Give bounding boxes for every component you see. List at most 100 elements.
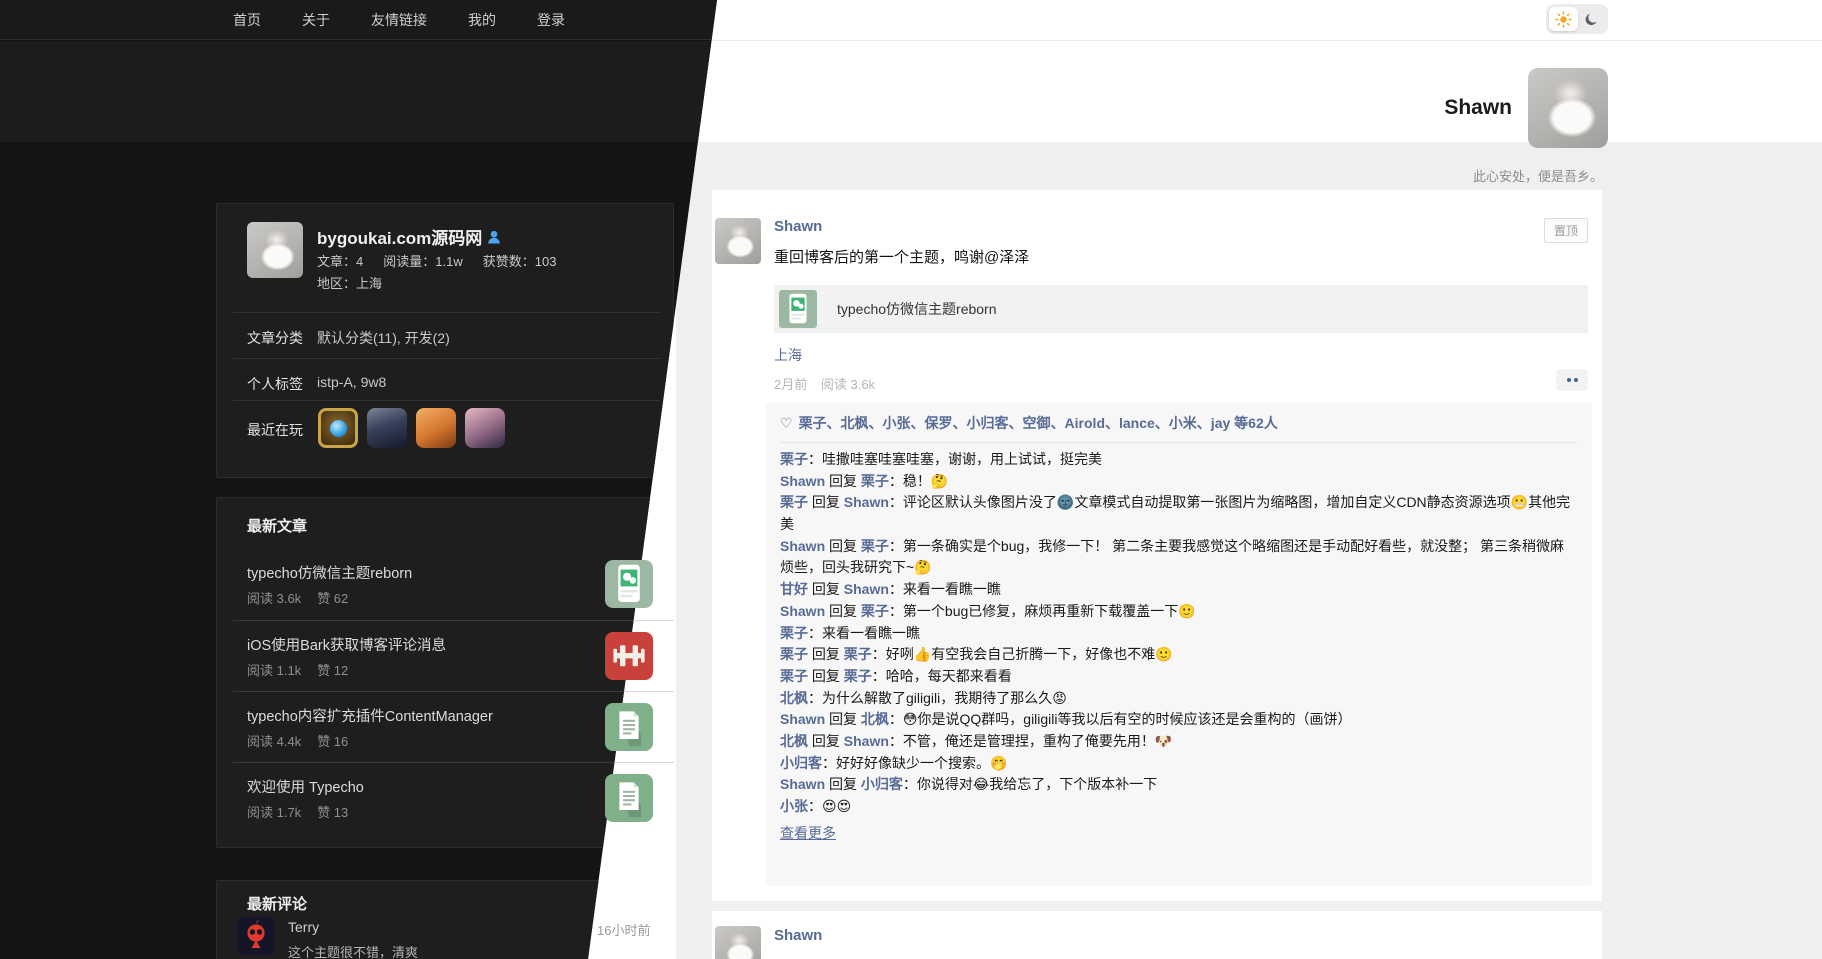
comment-author-link[interactable]: 小张 (780, 798, 808, 814)
dark-mode-button[interactable] (1578, 7, 1605, 31)
article-title: typecho内容扩充插件ContentManager (247, 705, 493, 726)
reply-target-link[interactable]: Shawn (844, 733, 889, 749)
profile-card-separator (233, 312, 660, 313)
comment-author-link[interactable]: 栗子 (780, 668, 808, 684)
profile-stat-label: 阅读量 (383, 254, 422, 269)
game-orange-icon (416, 408, 456, 448)
profile-card-separator (233, 358, 660, 359)
likes-line: ♡栗子、北枫、小张、保罗、小归客、空御、Airold、lance、小米、jay … (780, 413, 1578, 434)
post-comment: 栗子 回复 栗子：好咧👍有空我会自己折腾一下，好像也不难🙂 (780, 644, 1578, 666)
post-comment: 小张：😍😍 (780, 796, 1578, 818)
nav-item-2[interactable]: 友情链接 (371, 10, 427, 30)
comment-text: ：不管，俺还是管理捏，重构了俺要先用！🐶 (889, 733, 1172, 749)
reply-label: 回复 (829, 538, 857, 554)
post-link-card[interactable]: typecho仿微信主题reborn (774, 285, 1588, 333)
categories-value[interactable]: 默认分类(11), 开发(2) (317, 328, 450, 348)
post-comment: 栗子：哇撒哇塞哇塞哇塞，谢谢，用上试试，挺完美 (780, 449, 1578, 471)
article-title: 欢迎使用 Typecho (247, 776, 364, 797)
comment-author-link[interactable]: 栗子 (780, 646, 808, 662)
menu-dot-icon (1567, 378, 1571, 382)
nav-item-4[interactable]: 登录 (537, 10, 565, 30)
comment-author-link[interactable]: 北枫 (780, 690, 808, 706)
article-list-item[interactable]: typecho内容扩充插件ContentManager阅读 4.4k赞 16 (233, 691, 674, 763)
reply-target-link[interactable]: 北枫 (861, 711, 889, 727)
reply-target-link[interactable]: Shawn (844, 494, 889, 510)
reply-target-link[interactable]: 栗子 (844, 668, 872, 684)
profile-stat: 阅读量：1.1w (383, 251, 463, 270)
article-list-item[interactable]: iOS使用Bark获取博客评论消息阅读 1.1k 赞 12 (233, 620, 674, 692)
comment-text: ：你说得对😂我给忘了，下个版本补一下 (903, 776, 1157, 792)
likes-names[interactable]: 栗子、北枫、小张、保罗、小归客、空御、Airold、lance、小米、jay 等… (799, 415, 1278, 431)
profile-region: 地区：上海 (317, 273, 382, 292)
comment-author-link[interactable]: 北枫 (780, 733, 808, 749)
reply-label: 回复 (812, 581, 840, 597)
article-separator (233, 620, 674, 621)
nav-item-3[interactable]: 我的 (468, 10, 496, 30)
article-reads: 阅读 1.7k (247, 802, 301, 821)
profile-stats: 文章：4阅读量：1.1w获赞数：103 (317, 251, 557, 270)
post-author-avatar[interactable] (715, 218, 761, 264)
comment-text: ：哇撒哇塞哇塞哇塞，谢谢，用上试试，挺完美 (808, 451, 1102, 467)
post-menu-button[interactable] (1556, 369, 1588, 391)
reply-label: 回复 (812, 733, 840, 749)
commenter-name[interactable]: Terry (288, 919, 319, 935)
blogger-motto: 此心安处，便是吾乡。 (1473, 166, 1603, 185)
reply-label: 回复 (829, 711, 857, 727)
reply-target-link[interactable]: 栗子 (844, 646, 872, 662)
comment-author-link[interactable]: Shawn (780, 711, 825, 727)
reply-target-link[interactable]: 栗子 (861, 473, 889, 489)
link-card-title: typecho仿微信主题reborn (837, 299, 997, 319)
comment-author-link[interactable]: 甘好 (780, 581, 808, 597)
view-more-link[interactable]: 查看更多 (780, 823, 836, 843)
nav-item-1[interactable]: 关于 (302, 10, 330, 30)
document-thumb-icon (605, 703, 653, 751)
post-card: Shawn 置顶 重回博客后的第一个主题，鸣谢@泽泽 typecho仿微信主题r… (712, 190, 1602, 901)
reply-target-link[interactable]: Shawn (844, 581, 889, 597)
comment-author-link[interactable]: 栗子 (780, 625, 808, 641)
categories-label: 文章分类 (247, 328, 303, 348)
sidebar-profile-name: bygoukai.com源码网 (317, 224, 502, 249)
comment-author-link[interactable]: Shawn (780, 538, 825, 554)
profile-card-separator (233, 400, 660, 401)
post-comment: Shawn 回复 栗子：第一条确实是个bug，我修一下！ 第二条主要我感觉这个略… (780, 536, 1578, 579)
post-location-link[interactable]: 上海 (774, 345, 802, 365)
post-comment: 栗子：来看一看瞧一瞧 (780, 623, 1578, 645)
profile-stat: 文章：4 (317, 251, 363, 270)
article-likes: 赞 13 (317, 802, 348, 821)
reply-target-link[interactable]: 小归客 (861, 776, 903, 792)
commenter-text[interactable]: 这个主题很不错，清爽 (288, 942, 418, 959)
latest-comments-title: 最新评论 (247, 893, 307, 914)
reply-target-link[interactable]: 栗子 (861, 603, 889, 619)
comment-author-link[interactable]: 栗子 (780, 451, 808, 467)
reply-target-link[interactable]: 栗子 (861, 538, 889, 554)
likes-comments-divider (780, 442, 1578, 443)
article-title: iOS使用Bark获取博客评论消息 (247, 634, 446, 655)
post-comment: 北枫 回复 Shawn：不管，俺还是管理捏，重构了俺要先用！🐶 (780, 731, 1578, 753)
article-reads: 阅读 3.6k (247, 588, 301, 607)
article-list-item[interactable]: 欢迎使用 Typecho 阅读 1.7k 赞 13 (233, 762, 674, 834)
light-mode-button[interactable] (1549, 7, 1578, 31)
skull-avatar-icon (237, 917, 275, 955)
article-reads: 阅读 1.1k (247, 660, 301, 679)
post-author-name[interactable]: Shawn (774, 218, 822, 235)
comment-text: ：第一个bug已修复，麻烦再重新下载覆盖一下🙂 (889, 603, 1196, 619)
nav-item-0[interactable]: 首页 (233, 10, 261, 30)
comment-time: 16小时前 (597, 920, 650, 939)
comment-author-link[interactable]: 小归客 (780, 755, 822, 771)
post2-author-name[interactable]: Shawn (774, 927, 822, 944)
sun-icon (1555, 11, 1572, 28)
pinned-badge: 置顶 (1544, 218, 1588, 243)
article-likes: 赞 12 (317, 660, 348, 679)
comment-author-link[interactable]: Shawn (780, 603, 825, 619)
reply-label: 回复 (812, 668, 840, 684)
post-card-2: Shawn (712, 911, 1602, 959)
comment-author-link[interactable]: Shawn (780, 473, 825, 489)
comment-text: ：好咧👍有空我会自己折腾一下，好像也不难🙂 (872, 646, 1173, 662)
article-list-item[interactable]: typecho仿微信主题reborn阅读 3.6k赞 62 (233, 548, 674, 620)
comment-author-link[interactable]: Shawn (780, 776, 825, 792)
comment-author-link[interactable]: 栗子 (780, 494, 808, 510)
post-comment: Shawn 回复 北枫：😳你是说QQ群吗，giligili等我以后有空的时候应该… (780, 709, 1578, 731)
reply-label: 回复 (829, 603, 857, 619)
post2-author-avatar[interactable] (715, 926, 761, 959)
profile-stat-label: 文章 (317, 254, 343, 269)
